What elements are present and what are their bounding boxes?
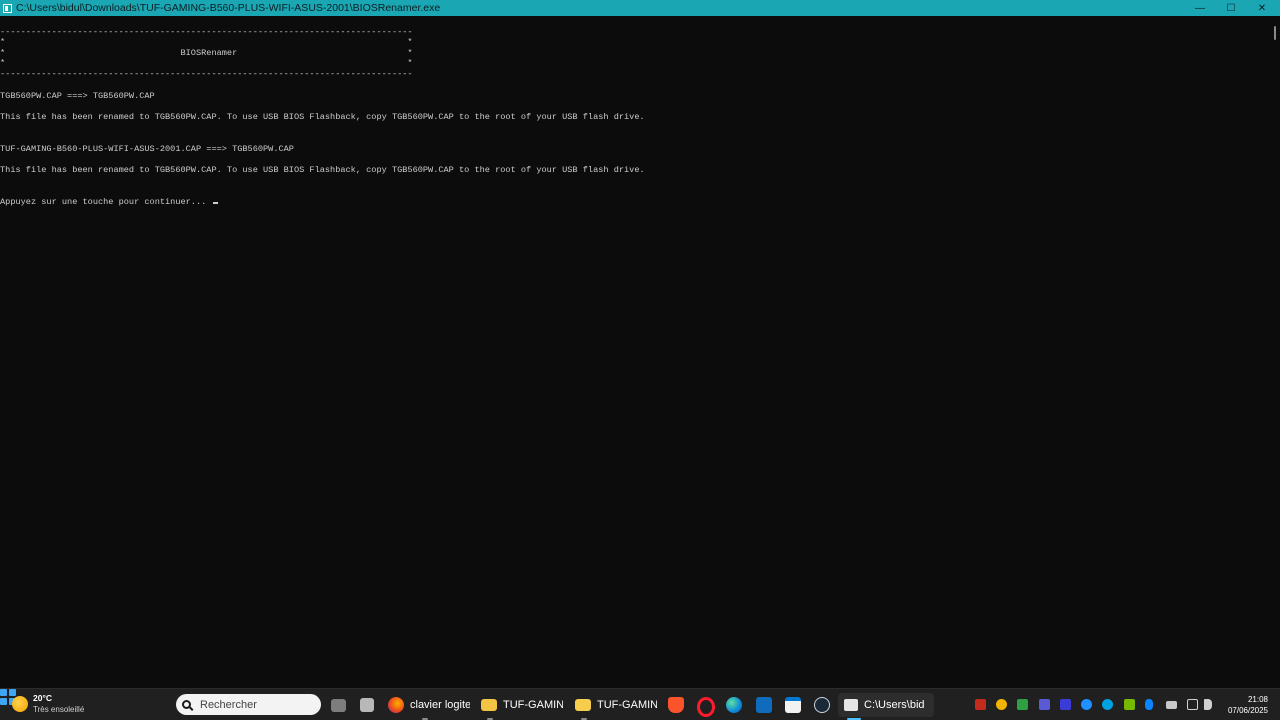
tray-app-icon[interactable]: [1060, 699, 1071, 710]
clock-time: 21:08: [1247, 695, 1268, 704]
outlook-icon[interactable]: [756, 697, 772, 713]
console-line: This file has been renamed to TGB560PW.C…: [0, 165, 645, 175]
opera-icon[interactable]: [697, 697, 715, 717]
search-icon: [182, 700, 191, 709]
search-placeholder: Rechercher: [200, 698, 257, 711]
title-bar[interactable]: C:\Users\bidul\Downloads\TUF-GAMING-B560…: [0, 0, 1280, 16]
scrollbar-thumb[interactable]: [1274, 26, 1276, 40]
tray-app-icon[interactable]: [996, 699, 1007, 710]
console-line: * BIOSRenamer *: [0, 48, 413, 58]
vertical-scrollbar[interactable]: [1270, 16, 1280, 688]
volume-icon[interactable]: [1204, 699, 1212, 710]
taskbar-app-label: TUF-GAMING: [503, 699, 563, 711]
console-line: * *: [0, 58, 413, 68]
windows-logo-icon: [0, 689, 7, 696]
console-line: This file has been renamed to TGB560PW.C…: [0, 112, 645, 122]
close-button[interactable]: ✕: [1246, 0, 1278, 16]
minimize-button[interactable]: —: [1184, 0, 1216, 16]
console-app-icon: [3, 3, 12, 13]
tray-app-icon[interactable]: [1039, 699, 1050, 710]
console-line: ----------------------------------------…: [0, 69, 413, 79]
nvidia-icon[interactable]: [1124, 699, 1135, 710]
console-prompt: Appuyez sur une touche pour continuer...: [0, 197, 212, 207]
task-view-icon[interactable]: [331, 699, 346, 712]
weather-temperature: 20°C: [33, 693, 52, 703]
console-output[interactable]: ----------------------------------------…: [0, 16, 1270, 688]
tray-app-icon[interactable]: [1017, 699, 1028, 710]
weather-widget[interactable]: 20°C Très ensoleillé: [12, 693, 84, 715]
taskbar-app-folder[interactable]: TUF-GAMING: [575, 693, 657, 717]
keyboard-icon[interactable]: [1166, 701, 1177, 709]
console-line: * *: [0, 37, 413, 47]
network-icon[interactable]: [1187, 699, 1198, 710]
edge-icon[interactable]: [726, 697, 742, 713]
bluetooth-icon[interactable]: [1145, 699, 1153, 710]
taskbar-app-label: TUF-GAMING: [597, 699, 657, 711]
taskbar-app-label: C:\Users\bid: [864, 699, 925, 711]
console-line: ----------------------------------------…: [0, 27, 413, 37]
clock-date: 07/06/2025: [1227, 706, 1268, 715]
firefox-icon: [388, 697, 404, 713]
taskbar-app-terminal[interactable]: C:\Users\bid: [838, 693, 934, 717]
sunny-weather-icon: [12, 696, 28, 712]
brave-browser-icon[interactable]: [668, 697, 684, 713]
taskbar-app-file-explorer[interactable]: TUF-GAMING: [481, 693, 563, 717]
console-line: TGB560PW.CAP ===> TGB560PW.CAP: [0, 91, 155, 101]
taskbar-app-firefox[interactable]: clavier logite: [388, 693, 470, 717]
text-cursor: [213, 202, 219, 204]
file-explorer-icon: [481, 699, 497, 711]
weather-condition: Très ensoleillé: [33, 705, 85, 714]
tray-app-icon[interactable]: [1081, 699, 1092, 710]
steam-icon[interactable]: [814, 697, 830, 713]
taskbar: 20°C Très ensoleillé Rechercher clavier …: [0, 688, 1280, 720]
maximize-button[interactable]: ☐: [1215, 0, 1247, 16]
widgets-icon[interactable]: [360, 698, 374, 712]
console-prompt-line: Appuyez sur une touche pour continuer...: [0, 197, 219, 207]
folder-icon: [575, 699, 591, 711]
terminal-icon: [844, 699, 858, 711]
taskbar-clock[interactable]: 21:08 07/06/2025: [1222, 694, 1268, 716]
tray-app-icon[interactable]: [1102, 699, 1113, 710]
console-line: TUF-GAMING-B560-PLUS-WIFI-ASUS-2001.CAP …: [0, 144, 294, 154]
taskbar-search[interactable]: Rechercher: [176, 694, 321, 715]
window-title: C:\Users\bidul\Downloads\TUF-GAMING-B560…: [16, 2, 441, 14]
taskbar-app-label: clavier logite: [410, 699, 470, 711]
tray-app-icon[interactable]: [975, 699, 986, 710]
microsoft-store-icon[interactable]: [785, 697, 801, 713]
